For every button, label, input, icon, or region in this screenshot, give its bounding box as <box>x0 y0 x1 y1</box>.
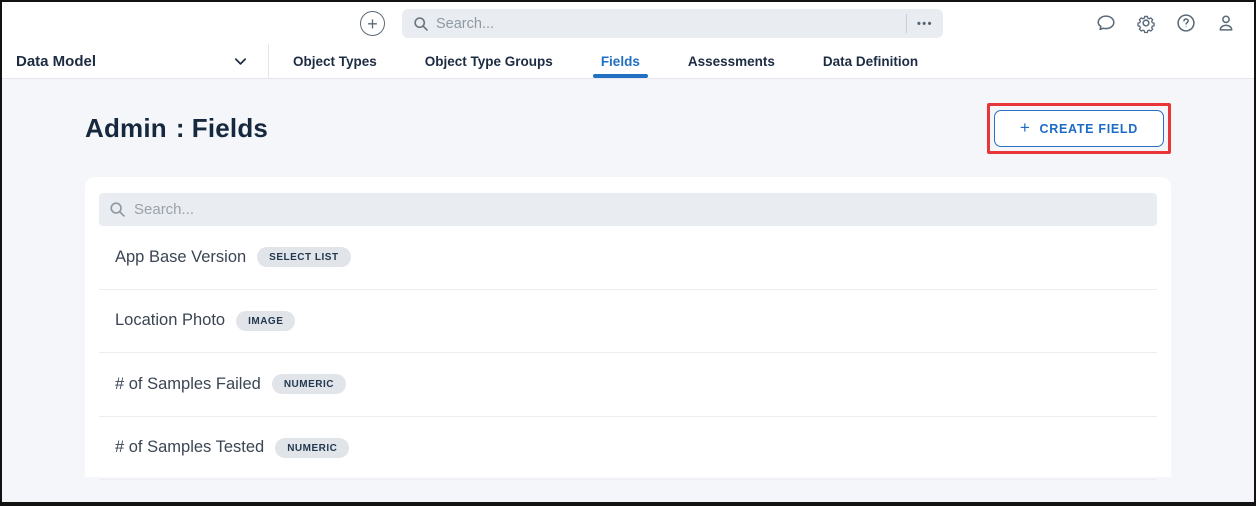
page-title: Admin:Fields <box>85 113 268 144</box>
gear-icon[interactable] <box>1134 11 1158 35</box>
page-title-separator: : <box>176 113 185 143</box>
tab-data-definition[interactable]: Data Definition <box>799 44 942 78</box>
create-field-button[interactable]: + CREATE FIELD <box>994 110 1164 147</box>
field-type-badge: NUMERIC <box>272 374 346 394</box>
module-selector[interactable]: Data Model <box>2 44 269 78</box>
add-icon[interactable]: + <box>360 11 385 36</box>
list-item[interactable]: # of Samples Tested NUMERIC <box>99 417 1157 481</box>
module-label: Data Model <box>16 53 96 70</box>
nav-bar: Data Model Object Types Object Type Grou… <box>2 44 1254 79</box>
tab-object-type-groups[interactable]: Object Type Groups <box>401 44 577 78</box>
tab-bar: Object Types Object Type Groups Fields A… <box>269 44 942 78</box>
topbar-icon-group <box>1094 11 1238 35</box>
list-item[interactable]: # of Samples Failed NUMERIC <box>99 353 1157 417</box>
page-header: Admin:Fields + CREATE FIELD <box>2 103 1254 154</box>
field-name: # of Samples Tested <box>115 438 264 457</box>
user-icon[interactable] <box>1214 11 1238 35</box>
field-name: App Base Version <box>115 248 246 267</box>
fields-search-bar[interactable] <box>99 193 1157 226</box>
list-item[interactable]: App Base Version SELECT LIST <box>99 226 1157 290</box>
fields-search-input[interactable] <box>134 201 1157 218</box>
field-type-badge: SELECT LIST <box>257 247 350 267</box>
plus-icon: + <box>1020 118 1031 138</box>
field-type-badge: IMAGE <box>236 311 295 331</box>
help-icon[interactable] <box>1174 11 1198 35</box>
page-title-suffix: Fields <box>192 113 268 143</box>
global-search-input[interactable] <box>436 16 906 32</box>
top-bar: + ••• <box>2 2 1254 44</box>
search-icon <box>109 201 126 218</box>
tab-assessments[interactable]: Assessments <box>664 44 799 78</box>
create-field-button-label: CREATE FIELD <box>1040 122 1138 136</box>
tab-fields[interactable]: Fields <box>577 44 664 78</box>
more-options-icon[interactable]: ••• <box>906 14 943 33</box>
chevron-down-icon <box>233 54 248 69</box>
chat-icon[interactable] <box>1094 11 1118 35</box>
field-type-badge: NUMERIC <box>275 438 349 458</box>
annotation-highlight-box: + CREATE FIELD <box>987 103 1171 154</box>
field-name: Location Photo <box>115 311 225 330</box>
fields-list-card: App Base Version SELECT LIST Location Ph… <box>85 177 1171 477</box>
global-search-bar[interactable]: ••• <box>402 9 943 38</box>
tab-object-types[interactable]: Object Types <box>269 44 401 78</box>
list-item[interactable]: Location Photo IMAGE <box>99 290 1157 354</box>
page-title-prefix: Admin <box>85 113 167 143</box>
field-name: # of Samples Failed <box>115 375 261 394</box>
search-icon <box>413 16 429 32</box>
